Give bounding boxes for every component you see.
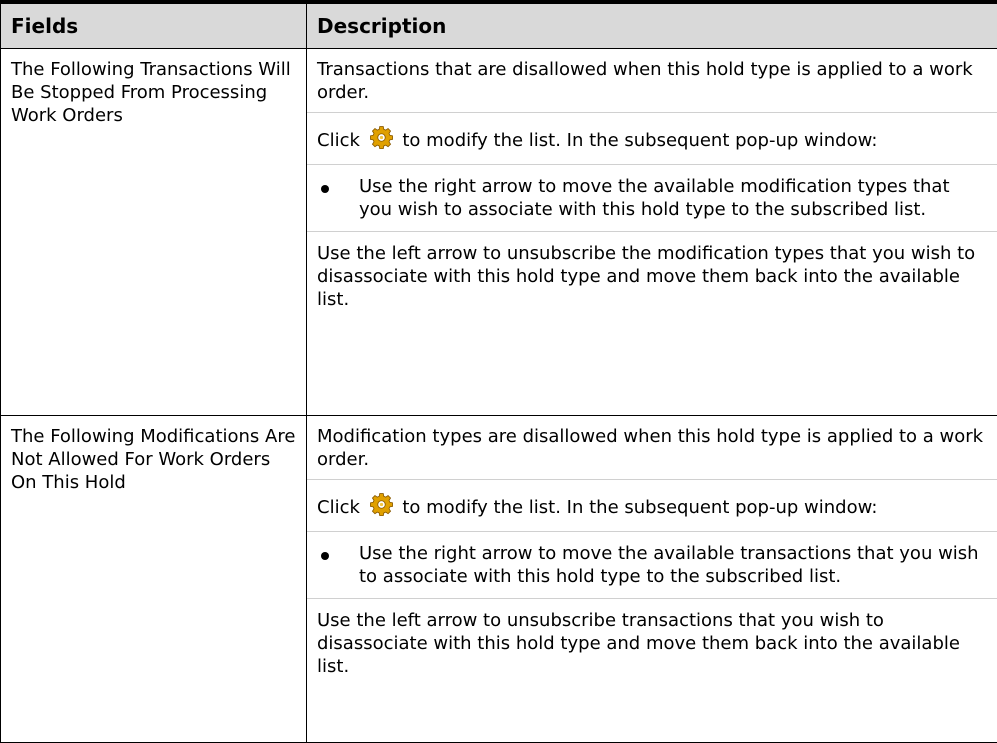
table-header-row: Fields Description bbox=[1, 2, 997, 48]
bullet-text: Use the right arrow to move the availabl… bbox=[359, 176, 950, 220]
description-intro: Modification types are disallowed when t… bbox=[307, 416, 997, 480]
field-name-cell: The Following Transactions Will Be Stopp… bbox=[1, 48, 307, 415]
click-text: Click bbox=[317, 497, 360, 518]
table-row: The Following Transactions Will Be Stopp… bbox=[1, 48, 997, 415]
description-cell: Modification types are disallowed when t… bbox=[307, 415, 997, 742]
description-click-instruction: Click to modify the list. In the subsequ… bbox=[307, 480, 997, 532]
description-outro: Use the left arrow to unsubscribe the mo… bbox=[307, 232, 997, 315]
gear-icon bbox=[369, 492, 394, 517]
description-bullet: Use the right arrow to move the availabl… bbox=[307, 532, 997, 599]
description-bullet: Use the right arrow to move the availabl… bbox=[307, 165, 997, 232]
description-outro: Use the left arrow to unsubscribe transa… bbox=[307, 599, 997, 682]
description-click-instruction: Click to modify the list. In the subsequ… bbox=[307, 113, 997, 165]
click-after-text: to modify the list. In the subsequent po… bbox=[402, 130, 877, 151]
click-after-text: to modify the list. In the subsequent po… bbox=[402, 497, 877, 518]
bullet-dot bbox=[321, 552, 329, 560]
bullet-text: Use the right arrow to move the availabl… bbox=[359, 543, 979, 587]
fields-description-table: Fields Description The Following Transac… bbox=[0, 0, 997, 743]
bullet-dot bbox=[321, 185, 329, 193]
header-fields: Fields bbox=[1, 2, 307, 48]
field-name-cell: The Following Modifications Are Not Allo… bbox=[1, 415, 307, 742]
click-text: Click bbox=[317, 130, 360, 151]
header-description: Description bbox=[307, 2, 997, 48]
gear-icon bbox=[369, 125, 394, 150]
table-row: The Following Modifications Are Not Allo… bbox=[1, 415, 997, 742]
description-cell: Transactions that are disallowed when th… bbox=[307, 48, 997, 415]
description-intro: Transactions that are disallowed when th… bbox=[307, 49, 997, 113]
